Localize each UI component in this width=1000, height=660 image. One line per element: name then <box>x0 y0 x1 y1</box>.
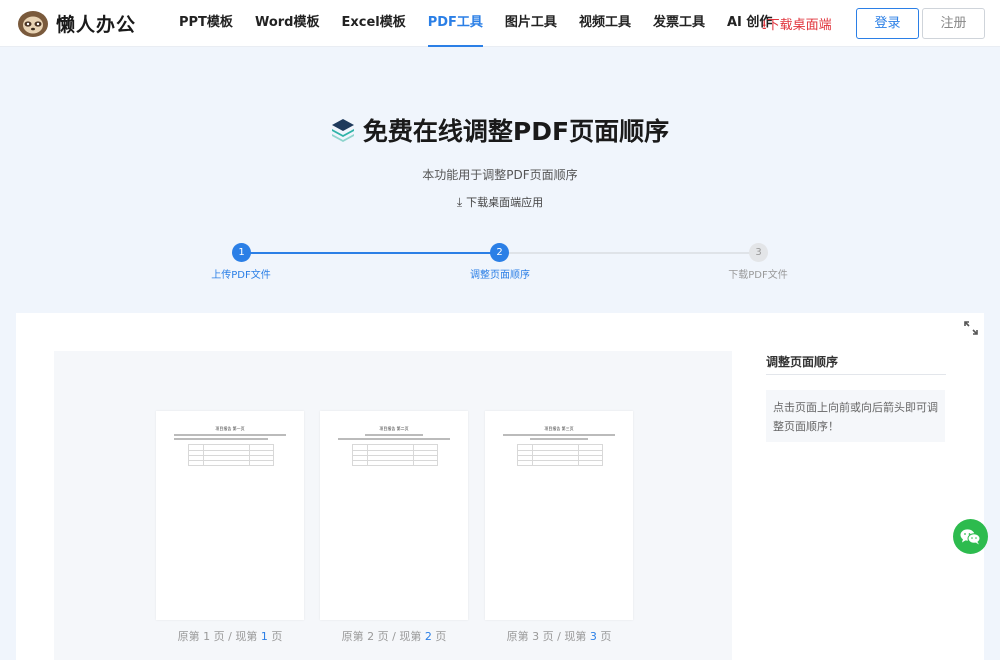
page-title-row: 免费在线调整PDF页面顺序 <box>0 112 1000 148</box>
caption-original: 原第 3 页 / 现第 <box>506 630 590 643</box>
download-app-label: 下载桌面端应用 <box>466 196 544 209</box>
download-desktop-link[interactable]: ⭳下载桌面端 <box>762 14 832 38</box>
nav-item-word[interactable]: Word模板 <box>244 0 331 47</box>
download-icon: ⤓ <box>456 195 463 209</box>
caption-suffix: 页 <box>267 630 283 643</box>
page-table <box>188 444 274 466</box>
page-caption-3: 原第 3 页 / 现第 3 页 <box>485 628 633 644</box>
step-line-pending <box>500 252 758 254</box>
caption-original: 原第 2 页 / 现第 <box>341 630 425 643</box>
page-text-line <box>174 434 286 436</box>
top-header: 懒人办公 PPT模板 Word模板 Excel模板 PDF工具 图片工具 视频工… <box>0 0 1000 47</box>
layers-icon <box>331 117 355 143</box>
logo[interactable]: 懒人办公 <box>16 8 136 38</box>
page-title-text: 项目报告 第二页 <box>379 426 409 431</box>
side-tip: 点击页面上向前或向后箭头即可调整页面顺序！ <box>766 390 945 442</box>
download-app-link[interactable]: ⤓ 下载桌面端应用 <box>0 194 1000 210</box>
page-thumbnail-1[interactable]: 项目报告 第一页 <box>156 411 304 620</box>
logo-text: 懒人办公 <box>56 13 137 36</box>
page-table <box>352 444 438 466</box>
download-desktop-label: 下载桌面端 <box>766 18 832 33</box>
page-text-line <box>338 438 450 440</box>
wechat-float-button[interactable] <box>953 519 988 554</box>
caption-current-number: 2 <box>424 630 432 643</box>
page-title-text: 项目报告 第一页 <box>215 426 245 431</box>
caption-original: 原第 1 页 / 现第 <box>177 630 261 643</box>
register-button[interactable]: 注册 <box>922 8 985 39</box>
side-panel-title: 调整页面顺序 <box>766 355 839 369</box>
page-caption-2: 原第 2 页 / 现第 2 页 <box>320 628 468 644</box>
expand-icon[interactable] <box>964 320 978 335</box>
page-text-line <box>530 438 588 440</box>
nav-item-invoice[interactable]: 发票工具 <box>642 0 716 47</box>
nav-item-image[interactable]: 图片工具 <box>494 0 568 47</box>
main-nav: PPT模板 Word模板 Excel模板 PDF工具 图片工具 视频工具 发票工… <box>168 0 783 47</box>
nav-item-ppt[interactable]: PPT模板 <box>168 0 244 47</box>
page-subtitle: 本功能用于调整PDF页面顺序 <box>422 168 578 182</box>
wechat-icon <box>953 529 988 558</box>
step-2-circle: 2 <box>490 243 509 262</box>
step-line-done <box>241 252 500 254</box>
step-1-label: 上传PDF文件 <box>211 270 271 281</box>
page-caption-1: 原第 1 页 / 现第 1 页 <box>156 628 304 644</box>
sloth-logo-icon <box>16 8 50 38</box>
caption-current-number: 1 <box>260 630 268 643</box>
nav-item-video[interactable]: 视频工具 <box>568 0 642 47</box>
caption-current-number: 3 <box>589 630 597 643</box>
page-text-line <box>174 438 268 440</box>
side-divider <box>766 374 946 375</box>
page-table <box>517 444 603 466</box>
page-thumbnail-2[interactable]: 项目报告 第二页 <box>320 411 468 620</box>
page-title-text: 项目报告 第三页 <box>544 426 574 431</box>
nav-item-pdf[interactable]: PDF工具 <box>417 0 494 47</box>
page-thumbnail-3[interactable]: 项目报告 第三页 <box>485 411 633 620</box>
step-3-label: 下载PDF文件 <box>728 270 788 281</box>
page-text-line <box>503 434 615 436</box>
step-2-label: 调整页面顺序 <box>470 270 530 281</box>
caption-suffix: 页 <box>596 630 612 643</box>
page-title: 免费在线调整PDF页面顺序 <box>362 117 670 146</box>
step-1-circle: 1 <box>232 243 251 262</box>
step-3-circle: 3 <box>749 243 768 262</box>
caption-suffix: 页 <box>431 630 447 643</box>
nav-item-excel[interactable]: Excel模板 <box>330 0 416 47</box>
page-text-line <box>365 434 423 436</box>
login-button[interactable]: 登录 <box>856 8 919 39</box>
